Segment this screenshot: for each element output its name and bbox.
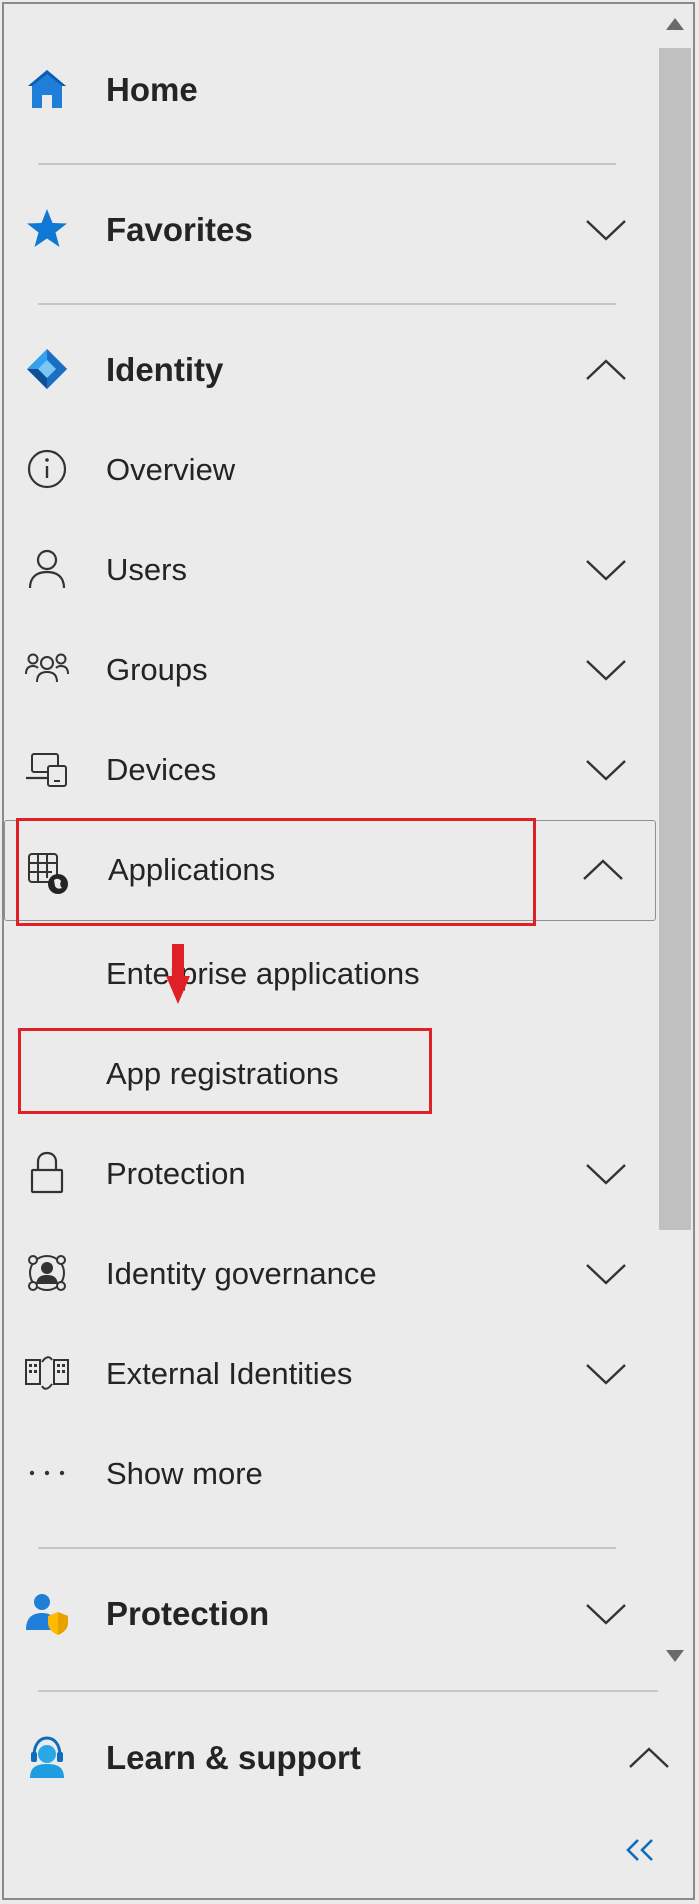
separator bbox=[38, 1547, 616, 1549]
nav-protection-section[interactable]: Protection bbox=[0, 1564, 656, 1664]
nav-enterprise-applications[interactable]: Enterprise applications bbox=[0, 924, 656, 1024]
nav-identity-label: Identity bbox=[106, 351, 224, 388]
nav-overview-label: Overview bbox=[106, 452, 236, 487]
collapse-sidebar-button[interactable]: « bbox=[620, 1830, 660, 1870]
highlight-box-applications bbox=[16, 818, 536, 926]
nav-learn-support-label: Learn & support bbox=[106, 1739, 361, 1776]
lock-icon bbox=[24, 1150, 70, 1196]
chevron-down-icon[interactable] bbox=[583, 1159, 629, 1189]
nav-overview[interactable]: Overview bbox=[0, 420, 656, 520]
nav-external-identities-label: External Identities bbox=[106, 1356, 353, 1391]
scroll-down-arrow-icon[interactable] bbox=[666, 1650, 684, 1662]
groups-icon bbox=[24, 646, 70, 692]
scroll-up-arrow-icon[interactable] bbox=[666, 18, 684, 30]
user-icon bbox=[24, 546, 70, 592]
chevron-down-icon[interactable] bbox=[583, 655, 629, 685]
nav-home[interactable]: Home bbox=[0, 40, 656, 140]
nav-identity[interactable]: Identity bbox=[0, 320, 656, 420]
highlight-box-app-registrations bbox=[18, 1028, 432, 1114]
governance-icon bbox=[24, 1250, 70, 1296]
scrollbar-thumb[interactable] bbox=[659, 48, 691, 1230]
home-icon bbox=[24, 66, 70, 112]
protection-user-shield-icon bbox=[24, 1590, 70, 1636]
nav-show-more[interactable]: Show more bbox=[0, 1424, 656, 1524]
nav-identity-governance[interactable]: Identity governance bbox=[0, 1224, 656, 1324]
nav-devices-label: Devices bbox=[106, 752, 217, 787]
chevron-down-icon[interactable] bbox=[583, 1259, 629, 1289]
nav-users[interactable]: Users bbox=[0, 520, 656, 620]
nav-home-label: Home bbox=[106, 71, 198, 108]
external-identities-icon bbox=[24, 1350, 70, 1396]
nav-protection-section-label: Protection bbox=[106, 1595, 270, 1632]
separator bbox=[38, 1690, 658, 1692]
chevron-up-icon[interactable] bbox=[583, 355, 629, 385]
nav-devices[interactable]: Devices bbox=[0, 720, 656, 820]
double-chevron-left-icon bbox=[620, 1830, 660, 1875]
arrow-down-annotation bbox=[166, 944, 190, 1004]
separator bbox=[38, 163, 616, 165]
info-icon bbox=[24, 446, 70, 492]
chevron-down-icon[interactable] bbox=[583, 555, 629, 585]
chevron-up-icon[interactable] bbox=[580, 855, 626, 885]
identity-diamond-icon bbox=[24, 346, 70, 392]
nav-show-more-label: Show more bbox=[106, 1456, 263, 1491]
nav-learn-support[interactable]: Learn & support bbox=[0, 1708, 699, 1808]
chevron-down-icon[interactable] bbox=[583, 755, 629, 785]
support-person-icon bbox=[24, 1734, 70, 1780]
nav-protection[interactable]: Protection bbox=[0, 1124, 656, 1224]
chevron-up-icon[interactable] bbox=[626, 1743, 672, 1773]
separator bbox=[38, 303, 616, 305]
ellipsis-icon bbox=[24, 1450, 70, 1496]
nav-external-identities[interactable]: External Identities bbox=[0, 1324, 656, 1424]
nav-favorites[interactable]: Favorites bbox=[0, 180, 656, 280]
nav-favorites-label: Favorites bbox=[106, 211, 253, 248]
nav-protection-label: Protection bbox=[106, 1156, 246, 1191]
nav-groups-label: Groups bbox=[106, 652, 208, 687]
nav-enterprise-applications-label: Enterprise applications bbox=[106, 956, 420, 991]
nav-identity-governance-label: Identity governance bbox=[106, 1256, 377, 1291]
star-icon bbox=[24, 206, 70, 252]
nav-users-label: Users bbox=[106, 552, 187, 587]
devices-icon bbox=[24, 746, 70, 792]
chevron-down-icon[interactable] bbox=[583, 1599, 629, 1629]
chevron-down-icon[interactable] bbox=[583, 215, 629, 245]
nav-groups[interactable]: Groups bbox=[0, 620, 656, 720]
chevron-down-icon[interactable] bbox=[583, 1359, 629, 1389]
